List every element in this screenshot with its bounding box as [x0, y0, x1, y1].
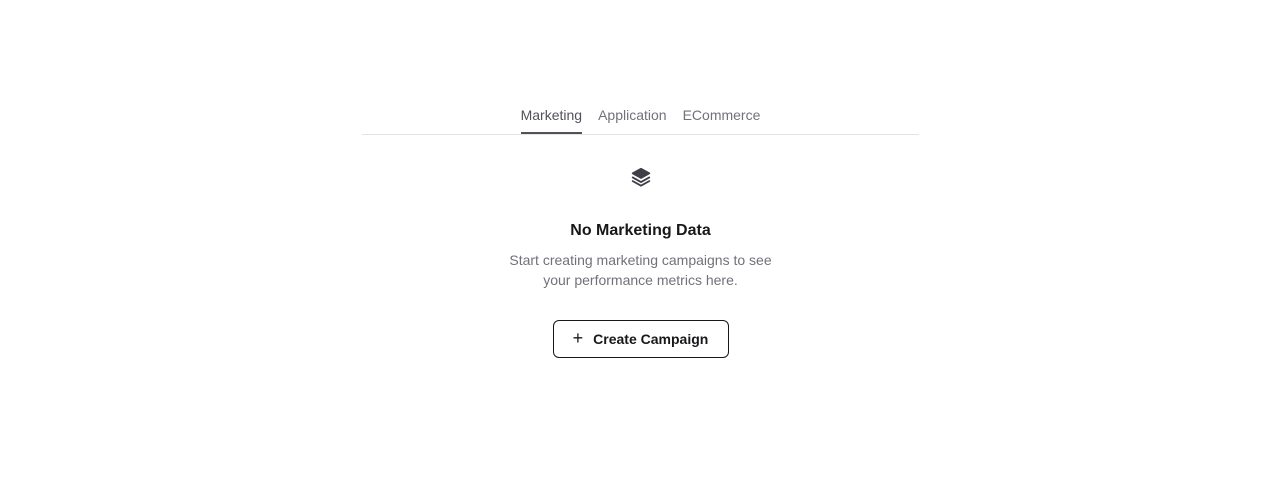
create-campaign-button[interactable]: + Create Campaign: [552, 320, 729, 358]
layers-icon: [631, 167, 650, 187]
tab-application[interactable]: Application: [590, 96, 675, 133]
tab-label: Marketing: [520, 106, 583, 123]
plus-icon: +: [572, 328, 584, 348]
tab-label: ECommerce: [682, 106, 761, 123]
empty-state-title: No Marketing Data: [570, 222, 711, 239]
empty-state-description: Start creating marketing campaigns to se…: [509, 252, 772, 288]
tab-bar: Marketing Application ECommerce: [362, 96, 919, 135]
tab-marketing[interactable]: Marketing: [513, 96, 590, 134]
tab-list: Marketing Application ECommerce: [362, 96, 919, 134]
tab-label: Application: [598, 106, 667, 123]
create-campaign-label: Create Campaign: [593, 331, 709, 347]
tab-ecommerce[interactable]: ECommerce: [675, 96, 769, 133]
empty-state: No Marketing Data Start creating marketi…: [362, 160, 919, 358]
